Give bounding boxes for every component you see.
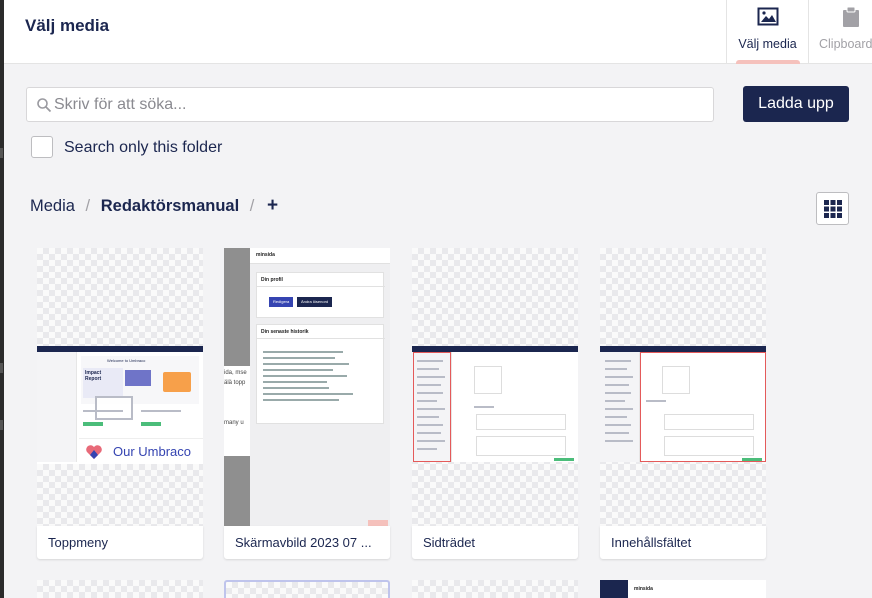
thumbnail-heading: Din senaste historik <box>261 329 309 335</box>
search-only-folder-checkbox[interactable] <box>31 136 53 158</box>
dialog-header: Välj media Välj media Clipboard <box>4 0 872 64</box>
breadcrumb-separator: / <box>85 196 91 215</box>
thumbnail-welcome-text: Welcome to Umbraco <box>107 358 146 363</box>
thumbnail-button: Redigera <box>269 297 294 307</box>
media-item-name: Innehållsfältet <box>600 526 766 559</box>
thumbnail-button: Ändra lösenord <box>297 297 333 307</box>
tab-choose-media-label: Välj media <box>738 37 797 51</box>
media-item-name: Toppmeny <box>37 526 203 559</box>
tab-clipboard-label: Clipboard <box>819 37 872 51</box>
media-thumbnail <box>412 248 578 526</box>
screenshot-content-tree <box>412 346 578 462</box>
grid-icon <box>824 200 842 218</box>
clipboard-icon <box>843 6 859 27</box>
tab-clipboard[interactable]: Clipboard <box>808 0 872 64</box>
media-item[interactable] <box>37 580 203 598</box>
our-umbraco-logo-text: Our Umbraco <box>113 444 192 459</box>
tab-choose-media[interactable]: Välj media <box>726 0 808 64</box>
media-thumbnail: ida, mse älä topp many u minsida Din pro… <box>224 248 390 526</box>
search-input[interactable] <box>54 88 704 121</box>
media-thumbnail <box>600 248 766 526</box>
screenshot-profile-page: minsida Din profil Redigera Ändra löseno… <box>250 248 390 526</box>
breadcrumb-item-media[interactable]: Media <box>30 197 75 216</box>
media-item[interactable] <box>224 580 390 598</box>
umbraco-heart-logo <box>86 445 102 459</box>
search-only-folder-label: Search only this folder <box>64 139 223 156</box>
search-box <box>26 87 714 122</box>
media-item[interactable] <box>412 580 578 598</box>
media-item-name: Skärmavbild 2023 07 ... <box>224 526 390 559</box>
media-item-name: Sidträdet <box>412 526 578 559</box>
image-icon <box>757 7 778 26</box>
thumbnail-partial-text: many u <box>224 420 244 426</box>
breadcrumb-item-current[interactable]: Redaktörsmanual <box>101 197 239 216</box>
grid-view-toggle[interactable] <box>816 192 849 225</box>
breadcrumb: Media / Redaktörsmanual / + <box>30 195 278 217</box>
dialog-title: Välj media <box>25 16 110 35</box>
add-folder-button[interactable]: + <box>267 195 278 217</box>
screenshot-umbraco-dashboard: Welcome to Umbraco Impact Report Our Umb… <box>37 346 203 464</box>
thumbnail-partial-text: älä topp <box>224 380 246 386</box>
breadcrumb-separator: / <box>249 196 255 215</box>
thumbnail-impact-text: Impact Report <box>85 370 102 382</box>
media-item[interactable]: minsida <box>600 580 766 598</box>
thumbnail-partial-text: ida, mse <box>224 370 247 376</box>
thumbnail-brand: minsida <box>634 586 653 592</box>
media-picker-dialog: Välj media Välj media Clipboard Ladda up… <box>4 0 872 598</box>
active-tab-indicator <box>736 60 800 64</box>
screenshot-content-field <box>600 346 766 462</box>
search-icon <box>37 98 52 113</box>
upload-button[interactable]: Ladda upp <box>743 86 849 122</box>
media-thumbnail: Welcome to Umbraco Impact Report Our Umb… <box>37 248 203 526</box>
thumbnail-brand: minsida <box>256 252 275 258</box>
thumbnail-heading: Din profil <box>261 277 283 283</box>
